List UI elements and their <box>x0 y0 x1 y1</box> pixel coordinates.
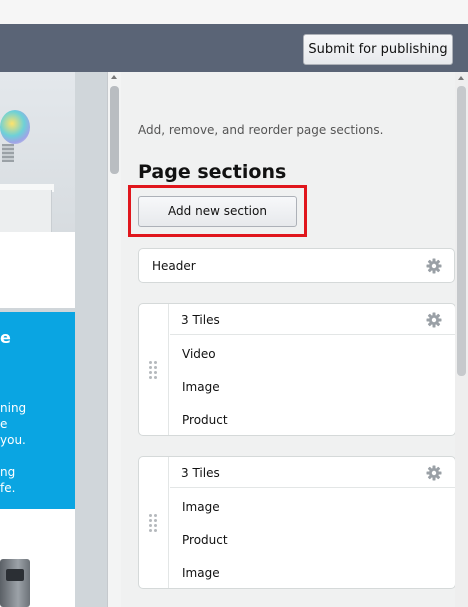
drag-handle-icon[interactable] <box>149 514 159 534</box>
drag-handle[interactable] <box>139 457 169 588</box>
section-label: Header <box>152 259 196 273</box>
tiles-header: 3 Tiles <box>170 304 455 335</box>
tile-label: Product <box>182 533 228 547</box>
scrollbar-thumb[interactable] <box>457 86 466 376</box>
scroll-up-arrow-icon[interactable] <box>111 75 117 79</box>
tile-item[interactable]: Image <box>170 556 455 589</box>
drag-handle-icon[interactable] <box>149 361 159 381</box>
tile-label: Product <box>182 413 228 427</box>
gear-icon[interactable] <box>426 465 442 481</box>
preview-banner-line: you. <box>0 433 26 447</box>
page-sections-title: Page sections <box>138 161 287 183</box>
tiles-section-card[interactable]: 3 Tiles Video Image Product <box>138 303 456 436</box>
add-new-section-button[interactable]: Add new section <box>138 196 297 227</box>
gear-icon[interactable] <box>426 258 442 274</box>
top-band <box>0 0 468 24</box>
header-section-card[interactable]: Header <box>138 248 455 283</box>
tile-label: Image <box>182 380 220 394</box>
bulb-icon <box>0 110 30 144</box>
tiles-section-card[interactable]: 3 Tiles Image Product Image <box>138 456 456 589</box>
preview-banner-line: e <box>0 417 8 431</box>
preview-banner-line: ng <box>0 465 16 479</box>
tile-label: Image <box>182 566 220 580</box>
tile-label: Image <box>182 500 220 514</box>
tile-item[interactable]: Image <box>170 490 455 523</box>
tile-label: Video <box>182 347 216 361</box>
preview-scrollbar[interactable] <box>108 72 121 607</box>
device-image <box>0 559 30 607</box>
preview-banner-line: fe. <box>0 481 16 495</box>
tile-item[interactable]: Product <box>170 523 455 556</box>
pedestal <box>0 190 52 232</box>
help-text: Add, remove, and reorder page sections. <box>138 123 384 137</box>
scrollbar-thumb[interactable] <box>110 86 119 174</box>
tiles-title: 3 Tiles <box>181 313 220 327</box>
submit-for-publishing-button[interactable]: Submit for publishing <box>303 34 453 65</box>
tiles-header: 3 Tiles <box>170 457 455 488</box>
preview-product-image <box>0 509 75 607</box>
tile-item[interactable]: Image <box>170 370 455 403</box>
tile-item[interactable]: Product <box>170 403 455 436</box>
bulb-base <box>2 144 14 162</box>
preview-bulb-image <box>0 72 75 232</box>
scroll-up-arrow-icon[interactable] <box>458 76 464 80</box>
tiles-title: 3 Tiles <box>181 466 220 480</box>
sections-scrollbar[interactable] <box>455 72 468 607</box>
preview-white-block <box>0 232 75 308</box>
preview-banner-heading: e <box>0 328 11 347</box>
preview-banner-line: ning <box>0 401 27 415</box>
page-preview[interactable]: e ning e you. ng fe. <box>0 72 107 607</box>
preview-blue-banner: e ning e you. ng fe. <box>0 312 75 509</box>
device-screen <box>6 569 24 581</box>
tile-item[interactable]: Video <box>170 337 455 370</box>
drag-handle[interactable] <box>139 304 169 435</box>
gear-icon[interactable] <box>426 312 442 328</box>
